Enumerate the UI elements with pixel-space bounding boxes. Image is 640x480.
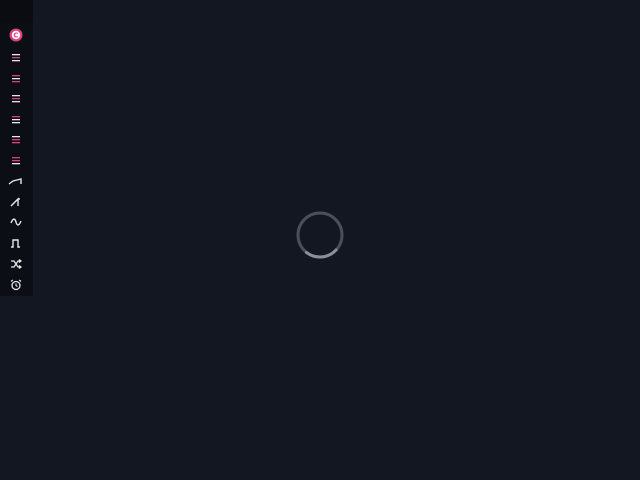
square-wave-icon	[11, 239, 20, 248]
layer-icon	[12, 136, 20, 144]
sawtooth-wave-icon	[10, 197, 20, 207]
sidebar-item-shuffle[interactable]	[4, 255, 28, 273]
logo-button[interactable]: C	[4, 26, 28, 44]
layer-icon	[12, 116, 20, 124]
sine-wave-icon	[10, 218, 22, 226]
sidebar-header	[0, 0, 33, 22]
sidebar: C	[0, 0, 33, 296]
sidebar-item-sine[interactable]	[4, 213, 28, 231]
layer-icon	[12, 75, 20, 83]
sidebar-item-square[interactable]	[4, 234, 28, 252]
logo-letter: C	[13, 32, 18, 40]
sidebar-item-layer-6[interactable]	[4, 152, 28, 170]
shuffle-icon	[11, 259, 22, 269]
layer-icon	[12, 54, 20, 62]
app-window: C	[0, 0, 640, 480]
sidebar-item-layer-4[interactable]	[4, 111, 28, 129]
loading-spinner	[296, 211, 344, 259]
logo-icon: C	[9, 28, 23, 42]
sidebar-item-layer-3[interactable]	[4, 90, 28, 108]
layer-icon	[12, 157, 20, 165]
sidebar-item-sawtooth[interactable]	[4, 193, 28, 211]
layer-icon	[12, 95, 20, 103]
spinner-icon	[296, 211, 344, 259]
sidebar-item-alarm[interactable]	[4, 276, 28, 294]
sidebar-item-layer-2[interactable]	[4, 70, 28, 88]
sidebar-item-layer-1[interactable]	[4, 49, 28, 67]
sidebar-item-layer-5[interactable]	[4, 131, 28, 149]
sidebar-item-ramp[interactable]	[4, 172, 28, 190]
ramp-wave-icon	[8, 178, 22, 185]
alarm-clock-icon	[10, 279, 22, 291]
